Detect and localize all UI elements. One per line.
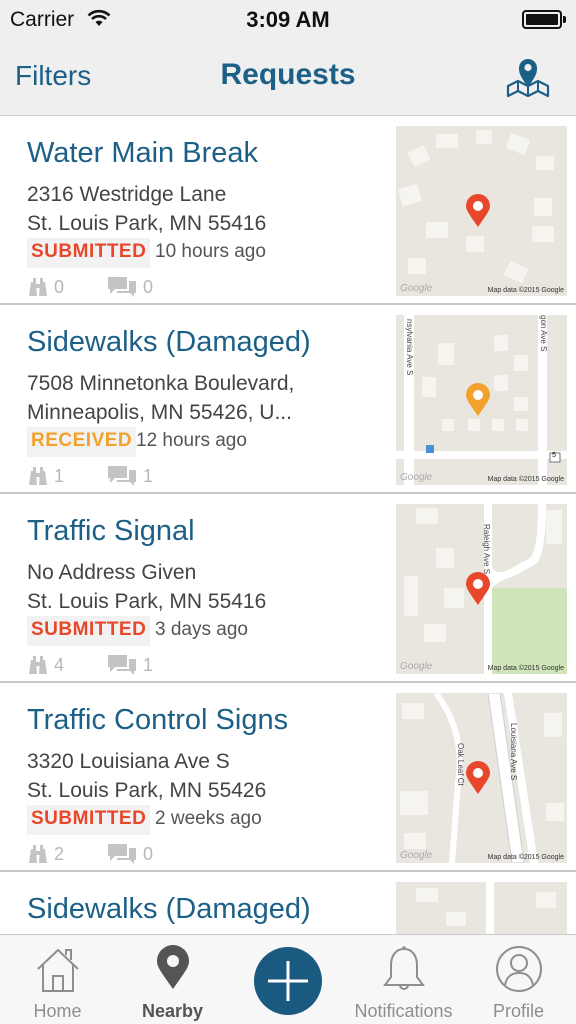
request-address-line1: 2316 Westridge Lane	[27, 183, 227, 206]
map-logo: Google	[400, 472, 433, 483]
map-pin-icon	[466, 194, 490, 227]
request-map-thumbnail: nsylvania Ave S gon Ave S 5 Google Map d…	[396, 315, 567, 485]
status-badge: SUBMITTED	[27, 238, 151, 268]
request-map-thumbnail	[396, 882, 567, 935]
map-attribution: Map data ©2015 Google	[487, 476, 564, 483]
map-pin-icon	[466, 761, 490, 794]
request-time: 2 weeks ago	[155, 808, 262, 829]
tab-label: Profile	[492, 1001, 545, 1021]
request-address-line1: 3320 Louisiana Ave S	[27, 750, 230, 773]
location-pin-icon	[156, 945, 189, 989]
map-logo: Google	[400, 283, 433, 294]
tab-label: Nearby	[141, 1001, 204, 1021]
map-street-label: Oak Leaf Ct	[456, 743, 465, 786]
map-attribution: Map data ©2015 Google	[487, 854, 564, 861]
status-badge: SUBMITTED	[27, 616, 151, 646]
request-map-thumbnail: Raleigh Ave S Google Map data ©2015 Goog…	[396, 504, 567, 674]
request-address-line1: No Address Given	[27, 561, 197, 584]
nav-bar: Filters Requests	[0, 40, 576, 116]
comment-count: 0	[143, 844, 154, 864]
bell-icon	[382, 946, 425, 990]
request-map-thumbnail: Louisiana Ave S Oak Leaf Ct Google Map d…	[396, 693, 567, 863]
add-icon	[268, 961, 308, 1001]
request-title: Traffic Signal	[27, 515, 195, 547]
status-badge: SUBMITTED	[27, 805, 151, 835]
request-time: 3 days ago	[155, 619, 248, 640]
binoculars-icon	[29, 278, 47, 296]
request-address-line2: Minneapolis, MN 55426, U...	[27, 401, 292, 424]
watcher-count: 2	[54, 844, 65, 864]
request-row[interactable]: Water Main Break 2316 Westridge Lane St.…	[0, 117, 576, 305]
binoculars-icon	[29, 656, 47, 674]
request-time: 12 hours ago	[136, 430, 247, 451]
tab-label: Notifications	[354, 1001, 453, 1021]
user-icon	[495, 946, 542, 992]
request-title: Sidewalks (Damaged)	[27, 893, 311, 925]
add-request-button[interactable]	[254, 947, 322, 1015]
tab-home[interactable]: Home	[0, 935, 115, 1024]
request-title: Sidewalks (Damaged)	[27, 326, 311, 358]
comment-count: 1	[143, 466, 154, 486]
tab-notifications[interactable]: Notifications	[346, 935, 461, 1024]
comment-icon	[108, 466, 136, 486]
request-address-line2: St. Louis Park, MN 55416	[27, 590, 267, 613]
comment-count: 1	[143, 655, 154, 675]
comment-icon	[108, 277, 136, 297]
map-pin-icon	[466, 572, 490, 605]
battery-icon	[522, 10, 566, 29]
comment-icon	[108, 655, 136, 675]
request-address-line2: St. Louis Park, MN 55416	[27, 212, 267, 235]
tab-nearby[interactable]: Nearby	[115, 935, 230, 1024]
request-address-line1: 7508 Minnetonka Boulevard,	[27, 372, 295, 395]
watcher-count: 4	[54, 655, 65, 675]
home-icon	[36, 948, 79, 992]
status-badge: RECEIVED	[27, 427, 137, 457]
tab-bar: Home Nearby Notifications Profile	[0, 934, 576, 1024]
binoculars-icon	[29, 467, 47, 485]
tab-label: Home	[33, 1001, 82, 1021]
binoculars-icon	[29, 845, 47, 863]
map-route-shield: 5	[552, 452, 556, 459]
map-attribution: Map data ©2015 Google	[487, 287, 564, 294]
map-logo: Google	[400, 850, 433, 861]
request-list[interactable]: Water Main Break 2316 Westridge Lane St.…	[0, 117, 576, 935]
watcher-count: 1	[54, 466, 65, 486]
status-time: 3:09 AM	[246, 7, 330, 32]
comment-count: 0	[143, 277, 154, 297]
watcher-count: 0	[54, 277, 65, 297]
map-view-icon[interactable]	[506, 54, 550, 98]
map-street-label: nsylvania Ave S	[405, 319, 414, 376]
map-street-label: Louisiana Ave S	[509, 723, 518, 781]
request-row[interactable]: Sidewalks (Damaged) 7508 Minnetonka Boul…	[0, 306, 576, 494]
map-street-label: gon Ave S	[539, 315, 548, 352]
request-title: Water Main Break	[27, 137, 258, 169]
request-address-line2: St. Louis Park, MN 55426	[27, 779, 267, 802]
map-pin-icon	[466, 383, 490, 416]
request-title: Traffic Control Signs	[27, 704, 289, 736]
status-bar: Carrier 3:09 AM	[0, 0, 576, 40]
tab-profile[interactable]: Profile	[461, 935, 576, 1024]
map-attribution: Map data ©2015 Google	[487, 665, 564, 672]
request-row[interactable]: Traffic Signal No Address Given St. Loui…	[0, 495, 576, 683]
map-street-label: Raleigh Ave S	[482, 524, 491, 575]
request-time: 10 hours ago	[155, 241, 266, 262]
request-map-thumbnail: Google Map data ©2015 Google	[396, 126, 567, 296]
request-row[interactable]: Sidewalks (Damaged)	[0, 873, 576, 935]
map-logo: Google	[400, 661, 433, 672]
filters-button[interactable]: Filters	[15, 60, 91, 92]
comment-icon	[108, 844, 136, 864]
request-row[interactable]: Traffic Control Signs 3320 Louisiana Ave…	[0, 684, 576, 872]
